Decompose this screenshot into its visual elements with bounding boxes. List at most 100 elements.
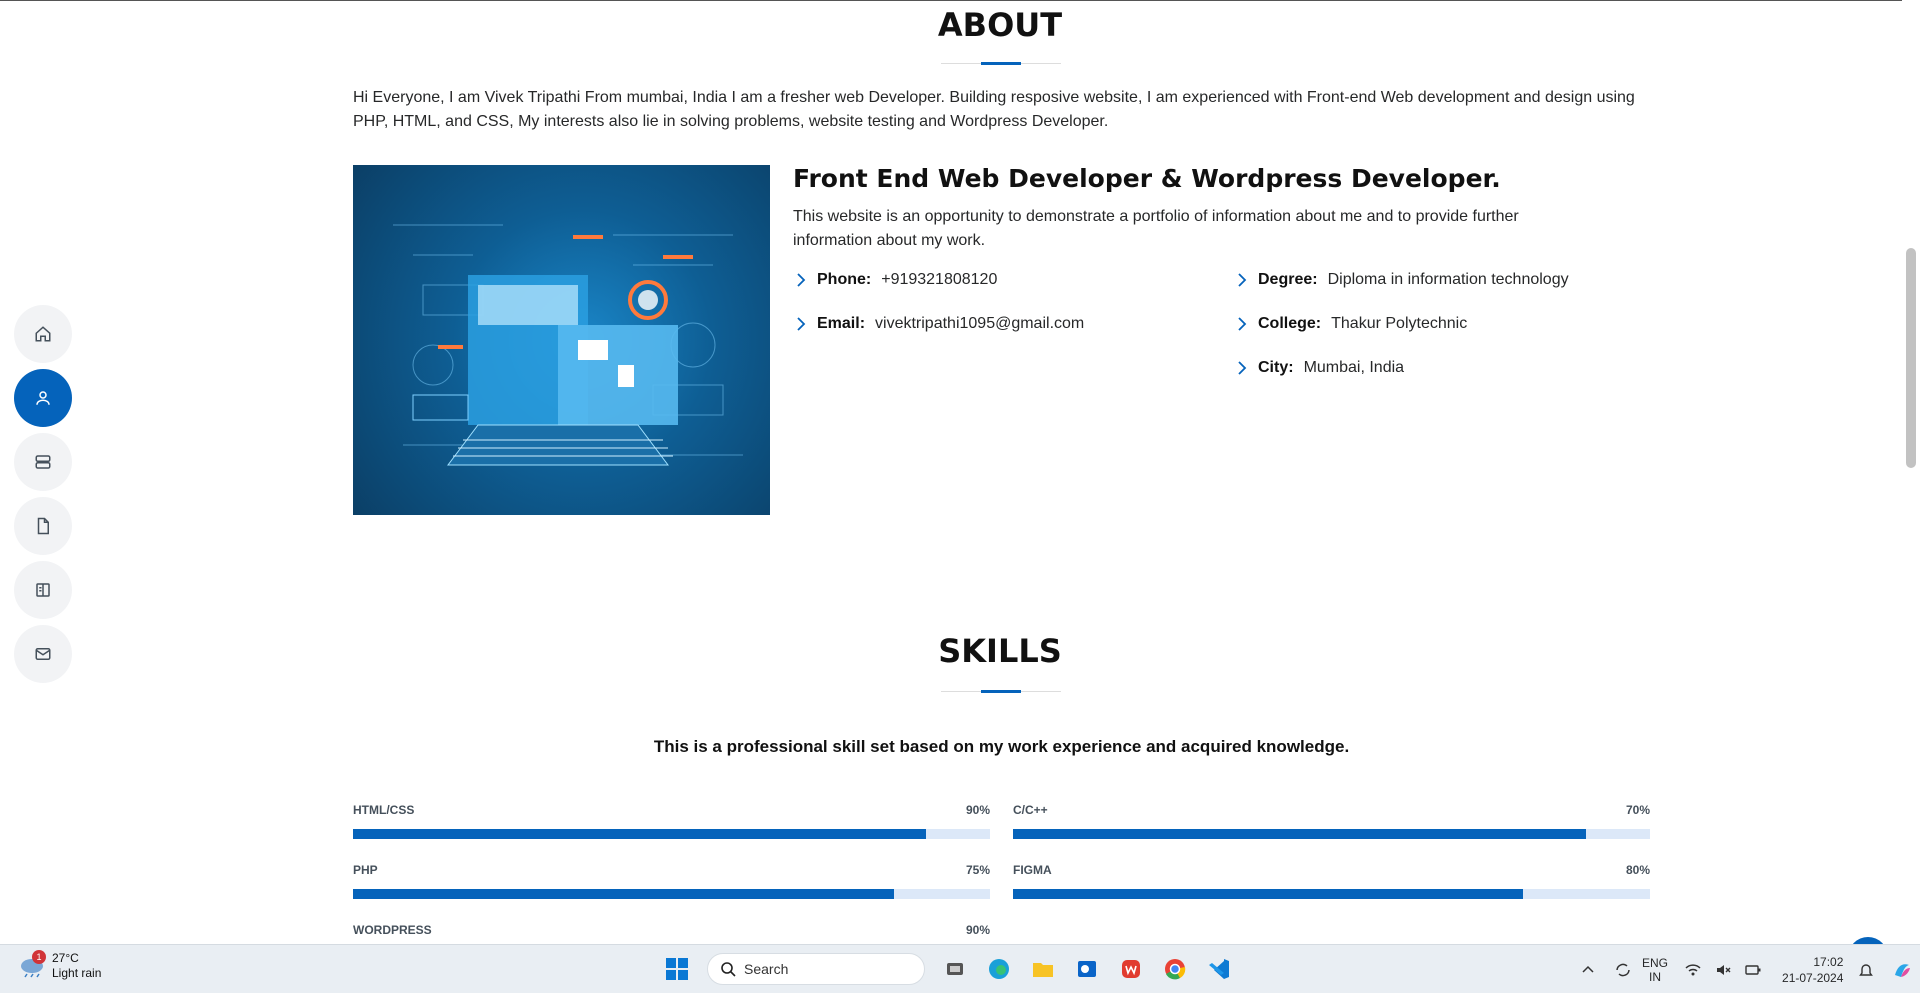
skill-progress-fill xyxy=(1013,889,1523,899)
person-icon xyxy=(36,391,50,405)
nav-portfolio-button[interactable] xyxy=(14,497,72,555)
skill-progress-track xyxy=(353,829,990,839)
nav-resume-button[interactable] xyxy=(14,433,72,491)
weather-condition: Light rain xyxy=(52,966,102,980)
chevron-up-icon[interactable] xyxy=(1580,962,1596,978)
weather-widget[interactable]: 1 27°C Light rain xyxy=(18,950,102,981)
info-value: Diploma in information technology xyxy=(1327,271,1569,288)
book-icon xyxy=(36,583,50,597)
window-top-border xyxy=(0,0,1920,1)
skill-name: PHP xyxy=(353,863,378,877)
taskbar-search[interactable]: Search xyxy=(707,953,925,985)
info-value: Thakur Polytechnic xyxy=(1331,315,1468,332)
clock[interactable]: 17:02 21-07-2024 xyxy=(1782,954,1843,986)
file-explorer-button[interactable] xyxy=(1025,951,1061,987)
nav-home-button[interactable] xyxy=(14,305,72,363)
lang-bottom: IN xyxy=(1649,969,1661,984)
info-degree: Degree: Diploma in information technolog… xyxy=(1234,269,1569,291)
about-illustration xyxy=(353,165,770,515)
clock-time: 17:02 xyxy=(1813,954,1844,969)
chrome-icon xyxy=(1165,959,1186,980)
battery-icon[interactable] xyxy=(1744,961,1762,979)
chevron-right-icon xyxy=(1238,361,1247,375)
windows-taskbar: 1 27°C Light rain Search ENG IN 17:02 21… xyxy=(0,944,1920,993)
skill-percent: 80% xyxy=(1625,863,1650,877)
copilot-icon[interactable] xyxy=(1891,959,1913,981)
skill-item: HTML/CSS 90% xyxy=(353,803,990,839)
skill-percent: 90% xyxy=(965,923,990,937)
skills-subtitle: This is a professional skill set based o… xyxy=(653,737,1350,756)
skill-percent: 70% xyxy=(1625,803,1650,817)
info-value: Mumbai, India xyxy=(1303,359,1405,376)
search-icon xyxy=(721,962,736,977)
skill-item: PHP 75% xyxy=(353,863,990,899)
taskbar-apps: Search xyxy=(655,951,1241,987)
info-label: College: xyxy=(1258,315,1322,332)
wps-icon xyxy=(1122,960,1140,978)
info-label: Degree: xyxy=(1258,271,1318,288)
skill-progress-fill xyxy=(353,829,927,839)
outlook-button[interactable] xyxy=(1069,951,1105,987)
info-phone: Phone: +919321808120 xyxy=(793,269,997,291)
task-view-button[interactable] xyxy=(937,951,973,987)
skill-progress-track xyxy=(1013,829,1650,839)
system-tray: ENG IN 17:02 21-07-2024 xyxy=(1580,945,1913,993)
info-value: +919321808120 xyxy=(881,271,998,288)
windows-logo-icon xyxy=(666,958,688,980)
clock-date: 21-07-2024 xyxy=(1782,970,1844,985)
temperature: 27°C xyxy=(52,951,79,965)
edge-icon xyxy=(989,959,1009,979)
profile-description: This website is an opportunity to demons… xyxy=(793,208,1519,249)
skill-progress-fill xyxy=(353,889,895,899)
skill-percent: 90% xyxy=(965,803,990,817)
info-value: vivektripathi1095@gmail.com xyxy=(875,315,1085,332)
edge-button[interactable] xyxy=(981,951,1017,987)
chevron-right-icon xyxy=(1238,273,1247,287)
skill-item: FIGMA 80% xyxy=(1013,863,1650,899)
scrollbar-thumb[interactable] xyxy=(1906,248,1916,468)
skill-name: FIGMA xyxy=(1013,863,1052,877)
info-college: College: Thakur Polytechnic xyxy=(1234,313,1467,335)
skill-name: HTML/CSS xyxy=(353,803,415,817)
about-title-accent xyxy=(981,62,1021,65)
info-city: City: Mumbai, India xyxy=(1234,357,1404,379)
sync-icon[interactable] xyxy=(1614,961,1632,979)
info-label: Phone: xyxy=(817,271,872,288)
nav-about-button[interactable] xyxy=(14,369,72,427)
scrollbar-track[interactable] xyxy=(1902,0,1920,944)
file-icon xyxy=(37,517,49,535)
rain-cloud-icon: 1 xyxy=(18,950,48,978)
skill-progress-fill xyxy=(1013,829,1587,839)
chevron-right-icon xyxy=(797,273,806,287)
about-title: ABOUT xyxy=(937,6,1063,44)
profile-title: Front End Web Developer & Wordpress Deve… xyxy=(793,164,1501,193)
search-placeholder: Search xyxy=(744,961,789,977)
folder-icon xyxy=(1033,963,1053,977)
chevron-right-icon xyxy=(1238,317,1247,331)
skill-progress-track xyxy=(353,889,990,899)
nav-services-button[interactable] xyxy=(14,561,72,619)
info-label: Email: xyxy=(817,315,866,332)
language-indicator[interactable]: ENG IN xyxy=(1642,956,1668,984)
chevron-right-icon xyxy=(797,317,806,331)
wps-button[interactable] xyxy=(1113,951,1149,987)
lang-top: ENG xyxy=(1642,955,1669,970)
vscode-icon xyxy=(1209,959,1229,979)
start-button[interactable] xyxy=(659,951,695,987)
vscode-button[interactable] xyxy=(1201,951,1237,987)
outlook-icon xyxy=(1078,961,1096,977)
notification-bell-icon[interactable] xyxy=(1857,961,1875,979)
chrome-button[interactable] xyxy=(1157,951,1193,987)
about-intro: Hi Everyone, I am Vivek Tripathi From mu… xyxy=(353,89,1635,130)
skill-name: WORDPRESS xyxy=(353,923,432,937)
skills-title-accent xyxy=(981,690,1021,693)
skills-title: SKILLS xyxy=(938,632,1062,670)
volume-muted-icon[interactable] xyxy=(1714,961,1732,979)
weather-badge: 1 xyxy=(32,950,46,964)
task-view-icon xyxy=(947,963,963,975)
info-email: Email: vivektripathi1095@gmail.com xyxy=(793,313,1084,335)
skill-item: C/C++ 70% xyxy=(1013,803,1650,839)
info-label: City: xyxy=(1258,359,1294,376)
home-icon xyxy=(35,326,51,342)
wifi-icon[interactable] xyxy=(1684,961,1702,979)
